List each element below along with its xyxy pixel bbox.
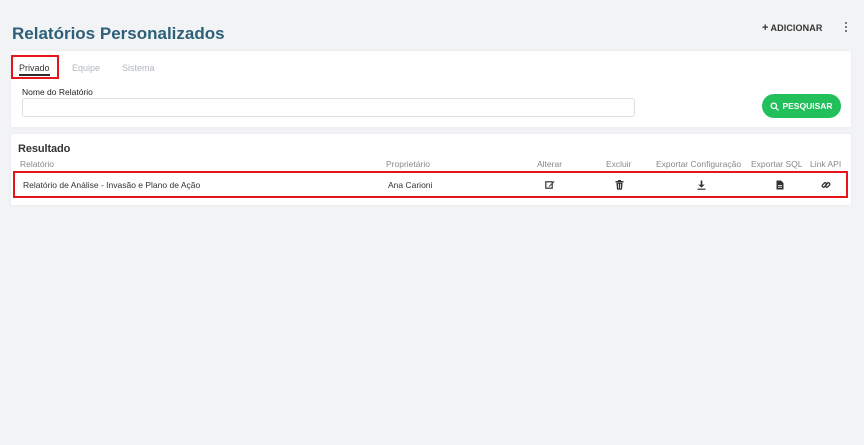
report-name-input[interactable] <box>22 98 635 117</box>
col-header-report: Relatório <box>20 159 55 169</box>
col-header-link-api: Link API <box>810 159 842 169</box>
highlight-box-tab <box>11 55 59 79</box>
col-header-export-sql: Exportar SQL <box>751 159 803 169</box>
filter-card: Privado Equipe Sistema Nome do Relatório… <box>11 51 851 127</box>
download-icon[interactable] <box>695 179 707 191</box>
edit-icon[interactable] <box>544 179 556 191</box>
col-header-delete: Excluir <box>606 159 632 169</box>
result-title: Resultado <box>18 143 71 155</box>
tab-sistema[interactable]: Sistema <box>122 63 155 73</box>
table-row: Relatório de Análise - Invasão e Plano d… <box>11 171 851 198</box>
result-card: Resultado Relatório Proprietário Alterar… <box>11 134 851 205</box>
col-header-edit: Alterar <box>537 159 563 169</box>
search-button-label: PESQUISAR <box>782 101 833 111</box>
col-header-export-config: Exportar Configuração <box>656 159 742 169</box>
cell-owner: Ana Carioni <box>388 180 433 190</box>
col-header-owner: Proprietário <box>386 159 430 169</box>
add-button[interactable]: + ADICIONAR <box>762 22 822 34</box>
file-icon[interactable] <box>774 179 786 191</box>
more-options-icon[interactable] <box>843 22 849 36</box>
tab-equipe[interactable]: Equipe <box>72 63 100 73</box>
search-button[interactable]: PESQUISAR <box>762 94 841 118</box>
page-title: Relatórios Personalizados <box>12 24 225 43</box>
add-button-label: ADICIONAR <box>770 23 823 33</box>
plus-icon: + <box>762 22 769 34</box>
link-icon[interactable] <box>820 179 832 191</box>
cell-report-name[interactable]: Relatório de Análise - Invasão e Plano d… <box>23 180 200 190</box>
table-header: Relatório Proprietário Alterar Excluir E… <box>11 159 851 171</box>
report-name-label: Nome do Relatório <box>22 87 93 97</box>
trash-icon[interactable] <box>613 179 625 191</box>
search-icon <box>770 101 780 111</box>
